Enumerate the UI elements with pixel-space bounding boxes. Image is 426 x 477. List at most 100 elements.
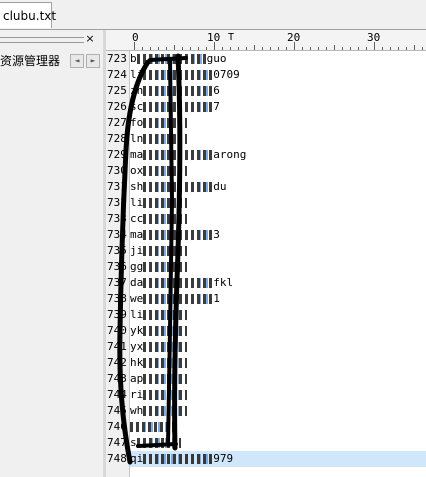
text-line[interactable]: wh [130, 403, 426, 419]
redacted-text [143, 262, 188, 272]
line-prefix: wh [130, 404, 144, 417]
line-number: 737 [107, 276, 127, 289]
redacted-text [143, 182, 214, 192]
redacted-text [143, 102, 214, 112]
ruler-tick [358, 47, 359, 50]
redacted-text [136, 438, 181, 448]
ruler-tick [374, 42, 375, 50]
ruler-tick [142, 47, 143, 50]
line-prefix: yk [130, 324, 144, 337]
line-number: 733 [107, 212, 127, 225]
ruler-tick [254, 45, 255, 50]
line-prefix: li [130, 308, 144, 321]
panel-grip[interactable] [0, 37, 84, 43]
chevron-left-icon[interactable]: ◄ [70, 54, 84, 68]
text-line[interactable]: zh 6 [130, 83, 426, 99]
ruler-tick [230, 47, 231, 50]
text-line[interactable]: ma 3 [130, 227, 426, 243]
text-line[interactable] [130, 419, 426, 435]
ruler-tick [206, 47, 207, 50]
line-prefix: qi [130, 452, 144, 465]
ruler-tick [134, 42, 135, 50]
ruler-label: 0 [132, 31, 139, 44]
text-line[interactable]: fo [130, 115, 426, 131]
text-line[interactable]: gg [130, 259, 426, 275]
text-line[interactable]: cc [130, 211, 426, 227]
line-number: 730 [107, 164, 127, 177]
text-line[interactable]: li [130, 307, 426, 323]
line-number: 723 [107, 52, 127, 65]
line-prefix: hk [130, 356, 144, 369]
line-prefix: ri [130, 388, 144, 401]
redacted-text [143, 326, 188, 336]
line-prefix: zh [130, 84, 144, 97]
ruler-tick [390, 47, 391, 50]
line-number: 744 [107, 388, 127, 401]
ruler-tick [398, 47, 399, 50]
line-number: 734 [107, 228, 127, 241]
redacted-text [143, 214, 188, 224]
line-number: 746 [107, 420, 127, 433]
ruler-tick [158, 47, 159, 50]
text-editor[interactable]: b guo li 0709 zh 6 sc 7 fo ln ma arong ox sh du li cc ma 3… [130, 51, 426, 477]
text-line[interactable]: ap [130, 371, 426, 387]
line-prefix: fo [130, 116, 144, 129]
column-ruler: 0 10 T 20 30 [106, 30, 426, 51]
text-line[interactable]: sh du [130, 179, 426, 195]
line-prefix: we [130, 292, 144, 305]
text-line[interactable]: li 0709 [130, 67, 426, 83]
line-prefix: ox [130, 164, 144, 177]
text-line[interactable]: da fkl [130, 275, 426, 291]
line-number: 731 [107, 180, 127, 193]
text-line[interactable]: yx [130, 339, 426, 355]
ruler-tick [270, 47, 271, 50]
text-line[interactable]: yk [130, 323, 426, 339]
line-number: 725 [107, 84, 127, 97]
text-line[interactable]: ln [130, 131, 426, 147]
line-prefix: ji [130, 244, 144, 257]
line-number: 724 [107, 68, 127, 81]
line-number: 740 [107, 324, 127, 337]
line-number: 727 [107, 116, 127, 129]
ruler-tick [326, 47, 327, 50]
text-line[interactable]: b guo [130, 51, 426, 67]
ruler-tick [366, 47, 367, 50]
line-number: 745 [107, 404, 127, 417]
chevron-right-icon[interactable]: ► [86, 54, 100, 68]
panel-title: 资源管理器 [0, 54, 61, 68]
ruler-tick [318, 47, 319, 50]
redacted-text [143, 118, 188, 128]
line-number-gutter: 723 724 725 726 727 728 729 730 731 732 733 734 735 7… [106, 51, 130, 477]
text-line[interactable]: ox [130, 163, 426, 179]
line-suffix: fkl [213, 276, 234, 289]
line-suffix: 979 [213, 452, 234, 465]
ruler-tick [350, 47, 351, 50]
text-line[interactable]: s [130, 435, 426, 451]
redacted-text [143, 246, 188, 256]
tab-file[interactable]: clubu.txt [0, 2, 56, 28]
line-suffix: 1 [213, 292, 220, 305]
ruler-tick [422, 47, 423, 50]
text-line[interactable]: we 1 [130, 291, 426, 307]
line-prefix: gg [130, 260, 144, 273]
line-prefix: li [130, 196, 144, 209]
text-line[interactable]: sc 7 [130, 99, 426, 115]
redacted-text [143, 150, 214, 160]
ruler-tick [214, 42, 215, 50]
text-line[interactable]: ji [130, 243, 426, 259]
line-number: 747 [107, 436, 127, 449]
line-suffix: guo [206, 52, 227, 65]
close-icon[interactable]: × [84, 33, 96, 45]
line-number: 726 [107, 100, 127, 113]
text-line[interactable]: hk [130, 355, 426, 371]
text-line[interactable]: ri [130, 387, 426, 403]
line-number: 739 [107, 308, 127, 321]
explorer-panel: × 资源管理器 ◄ ► [0, 30, 104, 477]
text-line[interactable]: qi 979 [130, 451, 426, 467]
ruler-tick [262, 47, 263, 50]
redacted-text [143, 358, 188, 368]
line-prefix: sc [130, 100, 144, 113]
text-line[interactable]: ma arong [130, 147, 426, 163]
text-line[interactable]: li [130, 195, 426, 211]
line-prefix: b [130, 52, 137, 65]
